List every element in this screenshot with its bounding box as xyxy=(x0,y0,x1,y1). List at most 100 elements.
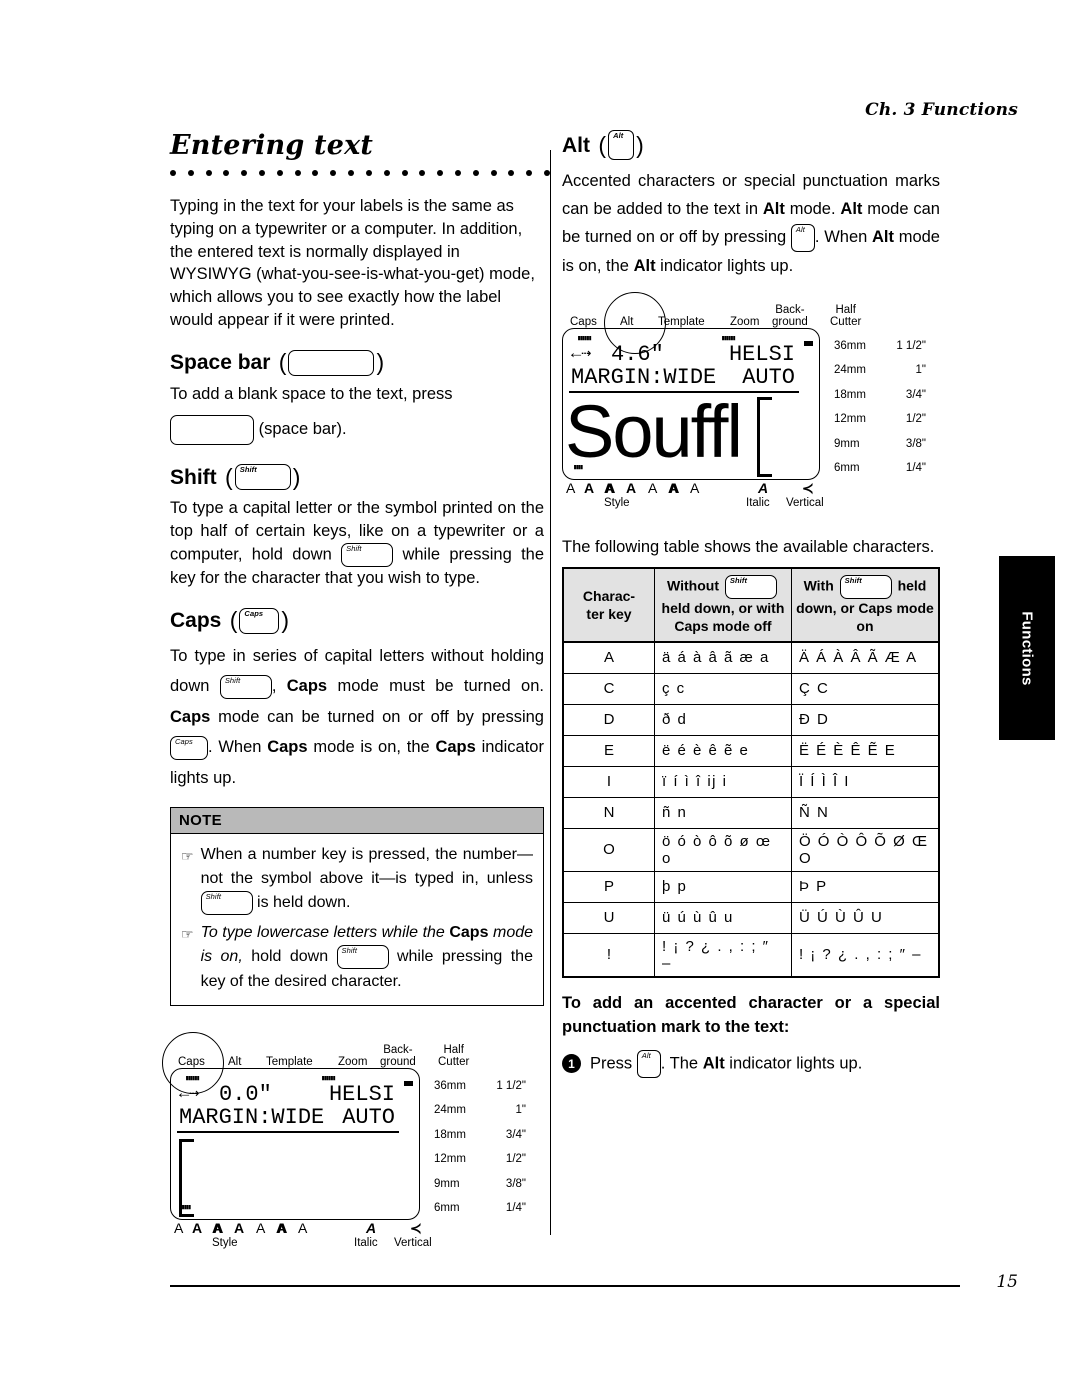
page-number: 15 xyxy=(996,1272,1018,1292)
dot xyxy=(365,170,372,176)
note1-text-1: When a number key is pressed, the number… xyxy=(200,846,533,888)
note-box: NOTE ☞ When a number key is pressed, the… xyxy=(170,807,544,1006)
dot xyxy=(330,170,337,176)
lcd-screen: ▮▮▮▮▮▮ ▮▮▮▮▮▮ ▮▮▮▮ ←⇢ 4.6" HELSI MARGIN:WIDE AU… xyxy=(562,327,820,480)
shift-key-icon-inline: Shift xyxy=(839,574,892,599)
column-divider xyxy=(550,150,551,1235)
shift-key-caption: Shift xyxy=(239,465,257,475)
cell-character-key: C xyxy=(562,672,655,705)
lcd-style-indicators: A A A A A A A Style A Italic ≺ Vertical xyxy=(562,480,940,514)
lcd-inner: ▮▮▮▮▮▮ ▮▮▮▮▮▮ ▮▮▮▮ ←⇢ 0.0" HELSI MARGIN:WIDE AU… xyxy=(171,1069,419,1219)
table-row: Iï í ì î ij iÏ Í Ì Î I xyxy=(562,765,940,798)
th2-post: held down, or with Caps mode off xyxy=(661,599,785,634)
space-bar-key-icon-2 xyxy=(170,415,254,445)
table-row: Cç cÇ C xyxy=(562,672,940,705)
shift-text-part1: To type a capital letter or the symbol p… xyxy=(170,497,544,589)
heading-shift-label: Shift xyxy=(170,465,217,489)
cell-character-key: U xyxy=(562,901,655,934)
caps-key-icon: Caps xyxy=(239,607,280,634)
italic-caption: Italic xyxy=(354,1236,378,1249)
lcd-tape-width-marker xyxy=(404,1080,413,1086)
col-header-without-shift: Without Shift held down, or with Caps mod… xyxy=(654,567,792,643)
step-number-badge: 1 xyxy=(562,1054,581,1074)
table-row: Nñ nÑ N xyxy=(562,796,940,829)
alt-bold-3: Alt xyxy=(872,228,894,247)
caps-bold-2: Caps xyxy=(170,707,211,726)
tape-scale-mm: 12mm xyxy=(834,413,866,426)
cell-with-shift: Ï Í Ì Î I xyxy=(790,765,940,798)
dot xyxy=(383,170,390,176)
paren-close: ) xyxy=(636,131,644,158)
cell-without-shift: ñ n xyxy=(654,796,792,829)
tape-scale-mm: 9mm xyxy=(434,1177,460,1190)
cell-with-shift: Ð D xyxy=(790,703,940,736)
style-indicator-glyph: A xyxy=(276,1219,287,1236)
caps-text-2: , xyxy=(271,677,277,696)
dot xyxy=(544,170,550,176)
caps-key-icon-inline: Caps xyxy=(170,735,208,760)
col-header-character-key: Charac-ter key xyxy=(562,567,655,643)
style-indicator-glyph: A xyxy=(234,1219,245,1236)
italic-indicator-glyph: A xyxy=(366,1219,377,1236)
space-bar-key-icon xyxy=(288,349,375,376)
lcd-size-value: AUTO xyxy=(742,364,795,390)
tape-scale-inch: 3/4" xyxy=(905,388,926,401)
col-header-character-key-label: Charac-ter key xyxy=(582,587,636,622)
cell-without-shift: þ p xyxy=(654,870,792,903)
alt-description: Accented characters or special punctuati… xyxy=(562,167,940,280)
dot xyxy=(294,170,301,176)
space-bar-text-after: (space bar). xyxy=(258,420,347,439)
cell-without-shift: ï í ì î ij i xyxy=(654,765,792,798)
tape-scale-inch: 1/4" xyxy=(505,1202,526,1215)
dot xyxy=(223,170,230,176)
lcd-screen-wrap: ▮▮▮▮▮▮ ▮▮▮▮▮▮ ▮▮▮▮ ←⇢ 4.6" HELSI MARGIN:WIDE AU… xyxy=(562,291,940,482)
lcd-tape-scale: 36mm 1 1/2" 24mm 1" 18mm 3/4" 12mm 1/2" 9mm 3/8" 6… xyxy=(834,330,926,482)
note-item: ☞ To type lowercase letters while the Ca… xyxy=(181,921,533,993)
vertical-indicator-glyph: ≺ xyxy=(410,1219,422,1236)
cell-character-key: O xyxy=(562,827,655,872)
table-body: Aä á à â ã æ aÄ Á À Â Ã Æ ACç cÇ CDð dÐ … xyxy=(562,641,940,978)
shift-key-icon-inline: Shift xyxy=(336,945,389,970)
dot xyxy=(454,170,461,176)
lcd-screen: ▮▮▮▮▮▮ ▮▮▮▮▮▮ ▮▮▮▮ ←⇢ 0.0" HELSI MARGIN:WIDE AU… xyxy=(170,1067,420,1220)
note-item: ☞ When a number key is pressed, the numb… xyxy=(181,843,533,916)
footer-rule xyxy=(170,1285,960,1287)
alt-key-icon: Alt xyxy=(608,130,635,160)
alt-bold-2: Alt xyxy=(840,200,863,219)
alt-key-caption: Alt xyxy=(795,224,805,234)
lcd-style-indicators: A A A A A A A Style A Italic ≺ Vertical xyxy=(170,1220,544,1254)
note-item-text: When a number key is pressed, the number… xyxy=(200,843,533,916)
shift-key-icon-inline: Shift xyxy=(724,574,777,599)
side-tab-label: Functions xyxy=(1018,610,1036,686)
table-row: Eë é è ê ẽ eË É È Ê Ẽ E xyxy=(562,734,940,767)
paren-open: ( xyxy=(592,131,607,158)
tape-scale-inch: 1 1/2" xyxy=(496,1079,526,1092)
lcd-indicator-zoom: Zoom xyxy=(730,315,760,328)
table-row: Pþ pÞ P xyxy=(562,870,940,903)
lcd-font-value: HELSI xyxy=(328,1081,395,1107)
cell-without-shift: ç c xyxy=(654,672,792,705)
style-indicator-glyph: A xyxy=(256,1219,266,1236)
paren-close: ) xyxy=(376,349,385,376)
alt-key-caption: Alt xyxy=(641,1050,651,1060)
dot xyxy=(490,170,497,176)
paren-close: ) xyxy=(281,607,290,634)
alt-text-2: mode. xyxy=(789,200,836,219)
shift-key-icon-inline: Shift xyxy=(341,542,394,567)
running-head: Ch. 3 Functions xyxy=(865,100,1018,120)
vertical-caption: Vertical xyxy=(786,496,824,509)
alt-text-4: . When xyxy=(814,228,868,247)
heading-alt: Alt ( Alt ) xyxy=(562,130,940,160)
alt-bold-4: Alt xyxy=(633,256,656,275)
th3-mid: held xyxy=(897,577,927,594)
page-title: Entering text xyxy=(170,130,374,161)
paren-open: ( xyxy=(272,349,287,376)
tape-scale-mm: 6mm xyxy=(434,1202,460,1215)
alt-text-6: indicator lights up. xyxy=(660,256,794,275)
tape-scale-inch: 1/2" xyxy=(905,413,926,426)
decorative-dot-rule xyxy=(170,167,550,179)
heading-caps: Caps ( Caps ) xyxy=(170,607,544,634)
th2-pre: Without xyxy=(667,577,719,594)
lcd-indicator-halfcutter: Half Cutter xyxy=(830,303,862,328)
style-indicator-glyph: A xyxy=(648,479,658,496)
